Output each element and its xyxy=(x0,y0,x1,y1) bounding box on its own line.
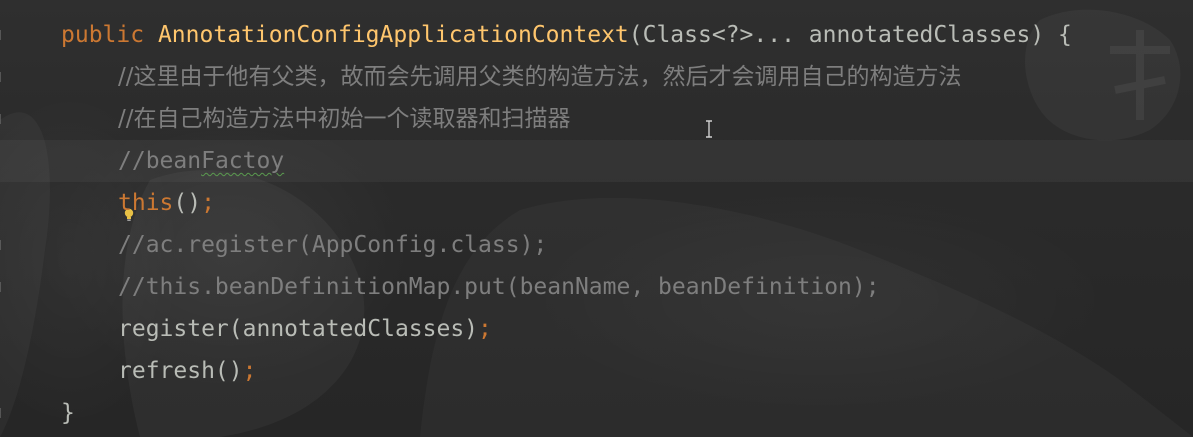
constructor-signature: public AnnotationConfigApplicationContex… xyxy=(61,14,1072,56)
comment-line: //this.beanDefinitionMap.put(beanName, b… xyxy=(118,274,880,300)
text-cursor-icon xyxy=(704,120,714,138)
typo-word[interactable]: Factoy xyxy=(201,148,284,174)
code-line-8[interactable]: register(annotatedClasses); xyxy=(0,308,1193,350)
register-call: register(annotatedClasses); xyxy=(118,308,492,350)
code-line-5[interactable]: this(); xyxy=(0,182,1193,224)
code-line-2[interactable]: //这里由于他有父类，故而会先调用父类的构造方法，然后才会调用自己的构造方法 xyxy=(0,56,1193,98)
this-call: this(); xyxy=(118,182,215,224)
code-line-3[interactable]: //在自己构造方法中初始一个读取器和扫描器 xyxy=(0,98,1193,140)
call-parens: () xyxy=(173,190,202,216)
constructor-name: AnnotationConfigApplicationContext xyxy=(157,22,629,48)
method-call: refresh() xyxy=(118,358,243,384)
semicolon: ; xyxy=(478,316,492,342)
keyword-public: public xyxy=(61,22,145,48)
method-call: register(annotatedClasses) xyxy=(118,316,479,342)
comment-line: //beanFactoy xyxy=(118,140,284,182)
code-line-7[interactable]: //this.beanDefinitionMap.put(beanName, b… xyxy=(0,266,1193,308)
lightbulb-icon[interactable] xyxy=(12,152,133,221)
comment-line: //ac.register(AppConfig.class); xyxy=(118,232,548,258)
code-editor[interactable]: public AnnotationConfigApplicationContex… xyxy=(0,0,1193,437)
code-area[interactable]: public AnnotationConfigApplicationContex… xyxy=(0,14,1193,434)
comment-line: //在自己构造方法中初始一个读取器和扫描器 xyxy=(118,106,571,132)
comment-prefix: //bean xyxy=(118,148,202,174)
constructor-params: (Class<?>... annotatedClasses) { xyxy=(628,22,1072,48)
code-line-1[interactable]: public AnnotationConfigApplicationContex… xyxy=(0,14,1193,56)
semicolon: ; xyxy=(242,358,257,384)
closing-brace: } xyxy=(61,400,75,426)
code-line-6[interactable]: //ac.register(AppConfig.class); xyxy=(0,224,1193,266)
code-line-10[interactable]: } xyxy=(0,392,1193,434)
code-line-9[interactable]: refresh(); xyxy=(0,350,1193,392)
comment-line: //这里由于他有父类，故而会先调用父类的构造方法，然后才会调用自己的构造方法 xyxy=(118,64,962,90)
refresh-call: refresh(); xyxy=(118,350,256,392)
keyword-this: this xyxy=(118,190,174,216)
semicolon: ; xyxy=(201,190,215,216)
code-line-4[interactable]: //beanFactoy xyxy=(0,140,1193,221)
